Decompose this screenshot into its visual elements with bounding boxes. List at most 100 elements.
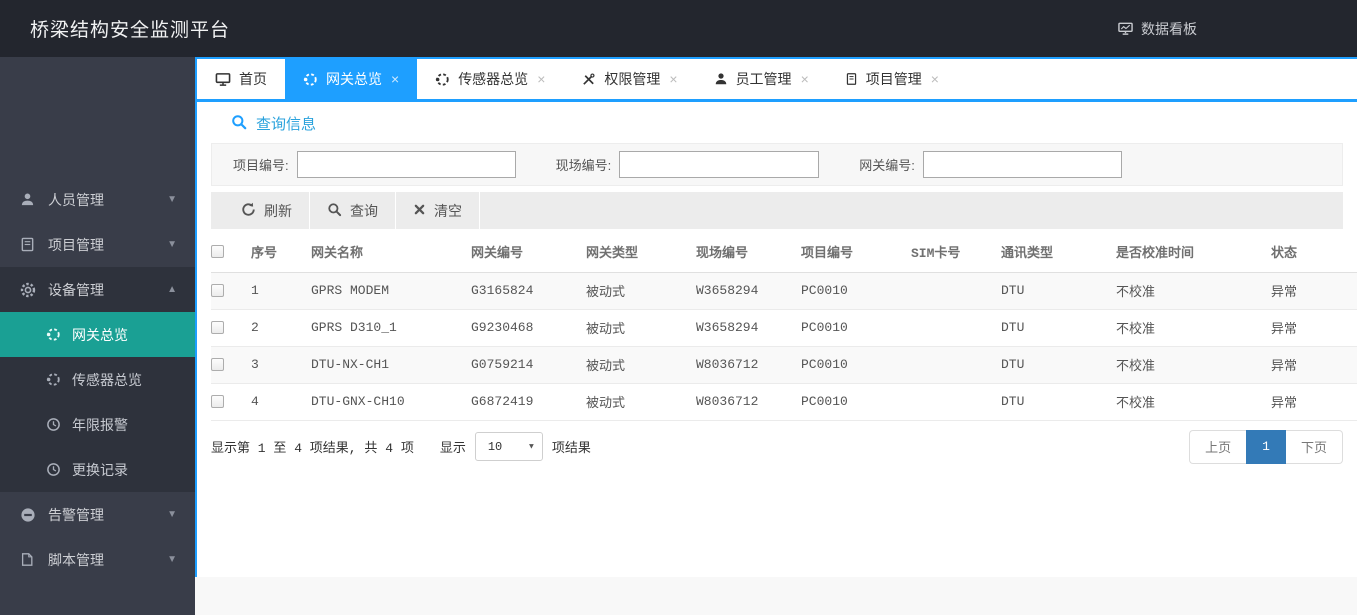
pagination-summary: 显示第 1 至 4 项结果, 共 4 项 <box>211 441 414 456</box>
row-checkbox[interactable] <box>211 321 224 335</box>
dashboard-icon <box>1118 21 1133 36</box>
field-gateway-no: 网关编号: <box>859 151 1122 178</box>
sidebar-item-project[interactable]: 项目管理 ▼ <box>0 222 195 267</box>
close-icon[interactable]: × <box>537 71 545 87</box>
select-all-checkbox[interactable] <box>211 245 224 259</box>
cell-comm-type: DTU <box>1001 309 1116 347</box>
prev-page-button[interactable]: 上页 <box>1189 429 1247 464</box>
sidebar-item-alarm[interactable]: 告警管理 ▼ <box>0 492 195 537</box>
table-row: 4 DTU-GNX-CH10 G6872419 被动式 W8036712 PC0… <box>211 383 1357 421</box>
search-icon <box>231 114 247 134</box>
sidebar-item-script[interactable]: 脚本管理 ▼ <box>0 537 195 582</box>
app-root: 桥梁结构安全监测平台 数据看板 人员管理 ▼ 项目管理 ▼ 设备管理 ▲ 网关总… <box>0 0 1357 615</box>
dashboard-link-label: 数据看板 <box>1141 20 1197 37</box>
page-number-button[interactable]: 1 <box>1246 429 1286 464</box>
cell-project-no: PC0010 <box>801 272 911 310</box>
document-icon <box>845 72 858 86</box>
device-submenu: 网关总览 传感器总览 年限报警 更换记录 <box>0 312 195 492</box>
sensor-icon <box>435 72 450 87</box>
col-sim: SIM卡号 <box>911 232 1001 273</box>
close-icon[interactable]: × <box>931 71 939 87</box>
cell-gateway-type: 被动式 <box>586 346 696 384</box>
cell-project-no: PC0010 <box>801 346 911 384</box>
minus-circle-icon <box>20 506 37 523</box>
page-title: 桥梁结构安全监测平台 <box>30 20 231 41</box>
sidebar-item-device[interactable]: 设备管理 ▲ <box>0 267 195 312</box>
col-gateway-no: 网关编号 <box>471 232 586 273</box>
next-page-button[interactable]: 下页 <box>1285 429 1343 464</box>
cell-site-no: W3658294 <box>696 309 801 347</box>
file-icon <box>20 551 37 568</box>
cell-gateway-no: G3165824 <box>471 272 586 310</box>
dashboard-link[interactable]: 数据看板 <box>1118 19 1197 39</box>
cell-sim <box>911 383 1001 421</box>
tab-project[interactable]: 项目管理 × <box>827 59 957 99</box>
site-no-input[interactable] <box>619 151 820 178</box>
sidebar-item-label: 更换记录 <box>72 461 128 478</box>
gateway-icon <box>303 72 318 87</box>
col-comm-type: 通讯类型 <box>1001 232 1116 273</box>
tab-label: 员工管理 <box>735 71 792 87</box>
cell-seq: 4 <box>251 383 311 421</box>
close-icon[interactable]: × <box>391 71 399 87</box>
gateway-icon <box>46 327 62 343</box>
query-section-header: 查询信息 <box>231 113 1357 134</box>
col-project-no: 项目编号 <box>801 232 911 273</box>
sidebar-item-sensor-overview[interactable]: 传感器总览 <box>0 357 195 402</box>
page-size-show-label: 显示 <box>439 441 466 456</box>
col-calibrated: 是否校准时间 <box>1116 232 1271 273</box>
refresh-button[interactable]: 刷新 <box>224 192 310 229</box>
search-icon <box>327 202 342 220</box>
tab-permission[interactable]: 权限管理 × <box>563 59 695 99</box>
tab-sensor-overview[interactable]: 传感器总览 × <box>417 59 563 99</box>
sidebar-item-label: 网关总览 <box>72 326 128 343</box>
content-panel: 首页 网关总览 × 传感器总览 × 权限管理 × 员工管理 × 项目管理 × 查… <box>195 57 1357 577</box>
search-button-label: 查询 <box>350 202 378 219</box>
row-checkbox[interactable] <box>211 395 224 409</box>
close-icon[interactable]: × <box>801 71 809 87</box>
table-header-row: 序号 网关名称 网关编号 网关类型 现场编号 项目编号 SIM卡号 通讯类型 是… <box>211 232 1357 273</box>
tab-employee[interactable]: 员工管理 × <box>696 59 827 99</box>
sidebar-item-lifetime-alarm[interactable]: 年限报警 <box>0 402 195 447</box>
sidebar-item-personnel[interactable]: 人员管理 ▼ <box>0 177 195 222</box>
user-icon <box>714 72 728 86</box>
sidebar-item-replace-record[interactable]: 更换记录 <box>0 447 195 492</box>
row-checkbox[interactable] <box>211 284 224 298</box>
refresh-icon <box>241 202 256 220</box>
cell-site-no: W8036712 <box>696 383 801 421</box>
close-icon[interactable]: × <box>669 71 677 87</box>
pagination-bar: 显示第 1 至 4 项结果, 共 4 项 显示 10 ▼ 项结果 上页 1 下页 <box>211 429 1343 464</box>
row-checkbox[interactable] <box>211 358 224 372</box>
search-button[interactable]: 查询 <box>310 192 396 229</box>
sidebar: 人员管理 ▼ 项目管理 ▼ 设备管理 ▲ 网关总览 传感器总览 年限报警 更换记… <box>0 57 195 615</box>
chevron-up-icon: ▲ <box>167 284 177 295</box>
sensor-icon <box>46 372 62 388</box>
sidebar-item-label: 传感器总览 <box>72 371 142 388</box>
chevron-down-icon: ▼ <box>167 194 177 205</box>
col-site-no: 现场编号 <box>696 232 801 273</box>
page-size-select[interactable]: 10 <box>475 433 542 460</box>
cell-status: 异常 <box>1271 309 1357 347</box>
refresh-button-label: 刷新 <box>264 202 292 219</box>
cell-site-no: W3658294 <box>696 272 801 310</box>
field-site-no: 现场编号: <box>556 151 820 178</box>
sidebar-item-label: 人员管理 <box>48 191 104 208</box>
sidebar-item-gateway-overview[interactable]: 网关总览 <box>0 312 195 357</box>
cell-calibrated: 不校准 <box>1116 309 1271 347</box>
col-gateway-type: 网关类型 <box>586 232 696 273</box>
sidebar-item-label: 脚本管理 <box>48 551 104 568</box>
cell-project-no: PC0010 <box>801 383 911 421</box>
cell-comm-type: DTU <box>1001 383 1116 421</box>
col-status: 状态 <box>1271 232 1357 273</box>
cell-site-no: W8036712 <box>696 346 801 384</box>
cell-calibrated: 不校准 <box>1116 383 1271 421</box>
tab-home[interactable]: 首页 <box>197 59 285 99</box>
gateway-no-input[interactable] <box>922 151 1122 178</box>
cell-status: 异常 <box>1271 272 1357 310</box>
pager: 上页 1 下页 <box>1189 429 1343 464</box>
project-no-input[interactable] <box>296 151 516 178</box>
tab-gateway-overview[interactable]: 网关总览 × <box>285 59 418 99</box>
cell-calibrated: 不校准 <box>1116 272 1271 310</box>
clear-button[interactable]: 清空 <box>396 192 480 229</box>
sidebar-item-label: 项目管理 <box>48 236 104 253</box>
